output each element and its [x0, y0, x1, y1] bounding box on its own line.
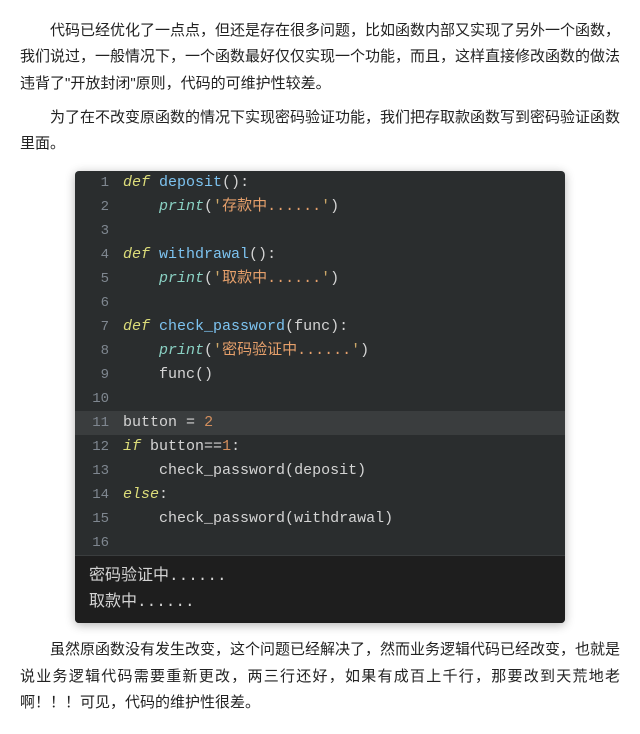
code-line: 4def withdrawal():	[75, 243, 565, 267]
output-line: 取款中......	[89, 590, 551, 616]
line-number: 10	[75, 387, 119, 411]
code-content: check_password(withdrawal)	[119, 507, 393, 531]
code-line: 9 func()	[75, 363, 565, 387]
code-content: print('存款中......')	[119, 195, 339, 219]
code-content: print('密码验证中......')	[119, 339, 369, 363]
line-number: 11	[75, 411, 119, 435]
line-number: 8	[75, 339, 119, 363]
paragraph-3: 虽然原函数没有发生改变，这个问题已经解决了，然而业务逻辑代码已经改变，也就是说业…	[20, 637, 620, 716]
code-line: 3	[75, 219, 565, 243]
code-content: check_password(deposit)	[119, 459, 366, 483]
line-number: 2	[75, 195, 119, 219]
paragraph-1: 代码已经优化了一点点，但还是存在很多问题，比如函数内部又实现了另外一个函数，我们…	[20, 18, 620, 97]
code-line: 2 print('存款中......')	[75, 195, 565, 219]
line-number: 16	[75, 531, 119, 555]
code-content: print('取款中......')	[119, 267, 339, 291]
code-content	[119, 219, 123, 243]
line-number: 3	[75, 219, 119, 243]
line-number: 5	[75, 267, 119, 291]
code-content	[119, 291, 123, 315]
code-content	[119, 531, 123, 555]
code-line: 11button = 2	[75, 411, 565, 435]
code-content	[119, 387, 123, 411]
code-output: 密码验证中......取款中......	[75, 555, 565, 623]
line-number: 1	[75, 171, 119, 195]
code-line: 13 check_password(deposit)	[75, 459, 565, 483]
code-line: 6	[75, 291, 565, 315]
output-line: 密码验证中......	[89, 564, 551, 590]
code-line: 7def check_password(func):	[75, 315, 565, 339]
code-content: else:	[119, 483, 168, 507]
line-number: 15	[75, 507, 119, 531]
code-line: 12if button==1:	[75, 435, 565, 459]
line-number: 9	[75, 363, 119, 387]
code-line: 14else:	[75, 483, 565, 507]
code-content: func()	[119, 363, 213, 387]
code-line: 8 print('密码验证中......')	[75, 339, 565, 363]
line-number: 12	[75, 435, 119, 459]
line-number: 7	[75, 315, 119, 339]
paragraph-2: 为了在不改变原函数的情况下实现密码验证功能，我们把存取款函数写到密码验证函数里面…	[20, 105, 620, 158]
code-line: 15 check_password(withdrawal)	[75, 507, 565, 531]
code-content: button = 2	[119, 411, 213, 435]
code-block: 1def deposit():2 print('存款中......')34def…	[75, 171, 565, 623]
line-number: 6	[75, 291, 119, 315]
line-number: 14	[75, 483, 119, 507]
code-line: 1def deposit():	[75, 171, 565, 195]
code-line: 5 print('取款中......')	[75, 267, 565, 291]
code-content: def withdrawal():	[119, 243, 276, 267]
line-number: 13	[75, 459, 119, 483]
code-content: def check_password(func):	[119, 315, 348, 339]
line-number: 4	[75, 243, 119, 267]
code-content: def deposit():	[119, 171, 249, 195]
code-line: 16	[75, 531, 565, 555]
code-content: if button==1:	[119, 435, 240, 459]
code-line: 10	[75, 387, 565, 411]
